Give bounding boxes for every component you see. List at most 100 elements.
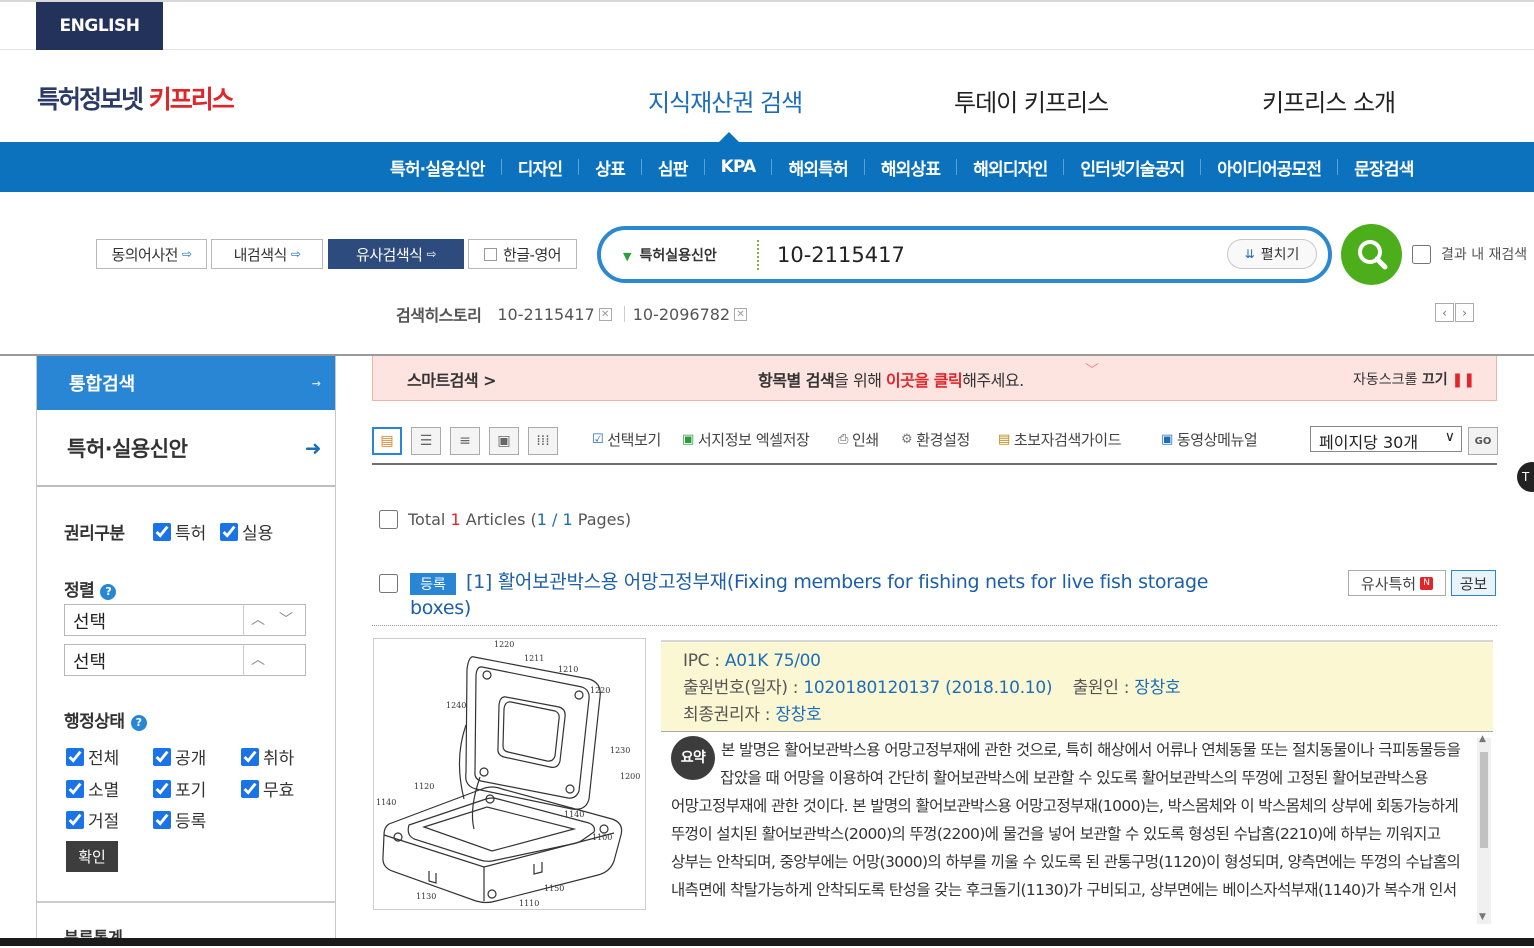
status-published-option[interactable]: 공개	[153, 744, 206, 769]
go-button[interactable]: GO	[1468, 427, 1498, 455]
sort-select-secondary[interactable]: 선택 ︿	[64, 644, 306, 676]
scroll-up-icon[interactable]: ▲	[1479, 734, 1486, 744]
per-page-select[interactable]: 페이지당 30개 ∨	[1310, 426, 1462, 452]
korean-english-toggle[interactable]: 한글-영어	[468, 239, 577, 269]
option-label: 선택보기	[607, 431, 661, 449]
rights-utility-checkbox[interactable]	[220, 522, 238, 541]
publication-button[interactable]: 공보	[1451, 570, 1496, 596]
research-within-results[interactable]: 결과 내 재검색	[1412, 244, 1527, 264]
nav-ip-search[interactable]: 지식재산권 검색	[648, 83, 803, 118]
rights-patent-checkbox[interactable]	[153, 522, 171, 541]
subnav-sentence-search[interactable]: 문장검색	[1354, 155, 1414, 180]
excel-export-option[interactable]: ▣ 서지정보 엑셀저장	[682, 429, 810, 450]
similar-patent-button[interactable]: 유사특허 N	[1348, 570, 1446, 596]
rights-patent-option[interactable]: 특허	[153, 519, 206, 544]
scroll-down-icon[interactable]: ▼	[1479, 912, 1486, 922]
scrollbar-thumb[interactable]	[1480, 752, 1488, 848]
prev-arrow-icon[interactable]: ‹	[1435, 303, 1454, 322]
patent-category-tab[interactable]: 특허·실용신안 ➜	[37, 410, 335, 487]
research-checkbox[interactable]	[1412, 244, 1431, 264]
confirm-button[interactable]: 확인	[66, 841, 118, 872]
select-view-option[interactable]: ☑ 선택보기	[592, 429, 661, 450]
abstract-panel[interactable]: 요약 본 발명은 활어보관박스용 어망고정부재에 관한 것으로, 특히 해상에서 …	[661, 731, 1493, 931]
subnav-foreign-design[interactable]: 해외디자인	[973, 155, 1048, 180]
status-checkbox[interactable]	[66, 810, 84, 829]
print-option[interactable]: ⎙ 인쇄	[838, 429, 879, 450]
video-manual-option[interactable]: ▣ 동영상메뉴얼	[1161, 429, 1258, 450]
subnav-design[interactable]: 디자인	[518, 155, 563, 180]
subnav-internet-disclosure[interactable]: 인터넷기술공지	[1080, 155, 1185, 180]
select-all-checkbox[interactable]	[379, 510, 398, 529]
sort-down-icon[interactable]: ﹀	[279, 609, 293, 629]
per-page-value: 페이지당 30개	[1319, 433, 1419, 452]
result-title-link[interactable]: [1] 활어보관박스용 어망고정부재(Fixing members for fi…	[410, 569, 1250, 621]
beginner-guide-option[interactable]: ▤ 초보자검색가이드	[998, 429, 1121, 450]
external-link-icon: ⇨	[426, 247, 437, 261]
applicant-name[interactable]: 장창호	[1134, 678, 1180, 698]
application-number[interactable]: 1020180120137 (2018.10.10)	[803, 678, 1052, 698]
rights-utility-option[interactable]: 실용	[220, 519, 273, 544]
status-checkbox[interactable]	[66, 779, 84, 798]
abstract-scrollbar[interactable]: ▲ ▼	[1477, 734, 1491, 924]
sort-up-icon[interactable]: ︿	[251, 609, 265, 629]
subnav-trial[interactable]: 심판	[658, 155, 688, 180]
help-icon[interactable]: ?	[100, 584, 117, 600]
status-registered-option[interactable]: 등록	[153, 807, 206, 832]
view-detail-list-icon[interactable]: ☰	[411, 427, 441, 455]
nav-today-kipris[interactable]: 투데이 키프리스	[954, 83, 1109, 118]
subnav-foreign-patent[interactable]: 해외특허	[788, 155, 848, 180]
video-icon: ▣	[1161, 432, 1173, 447]
smart-search-banner[interactable]: 스마트검색 > 항목별 검색을 위해 이곳을 클릭해주세요. ﹀ 자동스크롤 끄…	[372, 356, 1497, 401]
category-select[interactable]: ▼ 특허실용신안	[623, 245, 717, 265]
view-text-list-icon[interactable]: ≡	[450, 427, 480, 455]
similar-search-button[interactable]: 유사검색식 ⇨	[328, 239, 464, 269]
status-checkbox[interactable]	[66, 747, 84, 766]
patent-drawing[interactable]: 1220 1211 1210 1220 1240 1230 1200 1120 …	[373, 638, 646, 910]
subnav-idea-contest[interactable]: 아이디어공모전	[1217, 155, 1322, 180]
option-label: 취하	[263, 749, 295, 769]
sort-select-primary[interactable]: 선택 ︿ ﹀	[64, 604, 306, 636]
help-icon[interactable]: ?	[130, 715, 147, 731]
status-checkbox[interactable]	[153, 810, 171, 829]
owner-name[interactable]: 장창호	[775, 705, 821, 725]
ipc-value[interactable]: A01K 75/00	[725, 651, 821, 671]
expand-button[interactable]: ⇊ 펼치기	[1227, 239, 1317, 269]
my-search-button[interactable]: 내검색식 ⇨	[211, 239, 323, 269]
english-button[interactable]: ENGLISH	[36, 2, 163, 50]
integrated-search-tab[interactable]: 통합검색 →	[37, 356, 335, 410]
sort-up-icon[interactable]: ︿	[251, 649, 265, 669]
history-item[interactable]: 10-2096782	[633, 305, 730, 324]
click-here-link[interactable]: 이곳을 클릭	[886, 371, 963, 390]
settings-option[interactable]: ⚙ 환경설정	[901, 429, 970, 450]
search-input[interactable]	[777, 243, 1197, 267]
floating-top-button[interactable]: T	[1517, 462, 1534, 492]
status-extinct-option[interactable]: 소멸	[66, 776, 119, 801]
history-item[interactable]: 10-2115417	[497, 305, 594, 324]
synonym-dictionary-button[interactable]: 동의어사전 ⇨	[96, 239, 207, 269]
site-logo[interactable]: 특허정보넷 키프리스	[37, 80, 235, 116]
result-select-checkbox[interactable]	[379, 574, 398, 593]
next-arrow-icon[interactable]: ›	[1455, 303, 1474, 322]
view-thumbnail-list-icon[interactable]: ▤	[372, 427, 402, 455]
auto-scroll-toggle[interactable]: 자동스크롤 끄기 ❚❚	[1353, 369, 1475, 389]
search-submit-button[interactable]	[1341, 224, 1402, 285]
nav-about-kipris[interactable]: 키프리스 소개	[1262, 83, 1396, 118]
remove-history-icon[interactable]: ✕	[734, 307, 748, 321]
status-all-option[interactable]: 전체	[66, 744, 119, 769]
status-abandoned-option[interactable]: 포기	[153, 776, 206, 801]
status-checkbox[interactable]	[153, 747, 171, 766]
remove-history-icon[interactable]: ✕	[598, 307, 612, 321]
status-checkbox[interactable]	[241, 747, 259, 766]
subnav-trademark[interactable]: 상표	[595, 155, 625, 180]
subnav-foreign-trademark[interactable]: 해외상표	[881, 155, 941, 180]
subnav-patent[interactable]: 특허·실용신안	[390, 155, 486, 180]
view-image-icon[interactable]: ▣	[489, 427, 519, 455]
subnav-kpa[interactable]: KPA	[721, 157, 757, 177]
status-withdrawn-option[interactable]: 취하	[241, 744, 294, 769]
status-checkbox[interactable]	[153, 779, 171, 798]
status-rejected-option[interactable]: 거절	[66, 807, 119, 832]
status-invalid-option[interactable]: 무효	[241, 776, 294, 801]
view-grid-icon[interactable]: ⁞⁞⁞	[528, 427, 558, 455]
smart-search-link[interactable]: 스마트검색 >	[407, 367, 497, 391]
status-checkbox[interactable]	[241, 779, 259, 798]
